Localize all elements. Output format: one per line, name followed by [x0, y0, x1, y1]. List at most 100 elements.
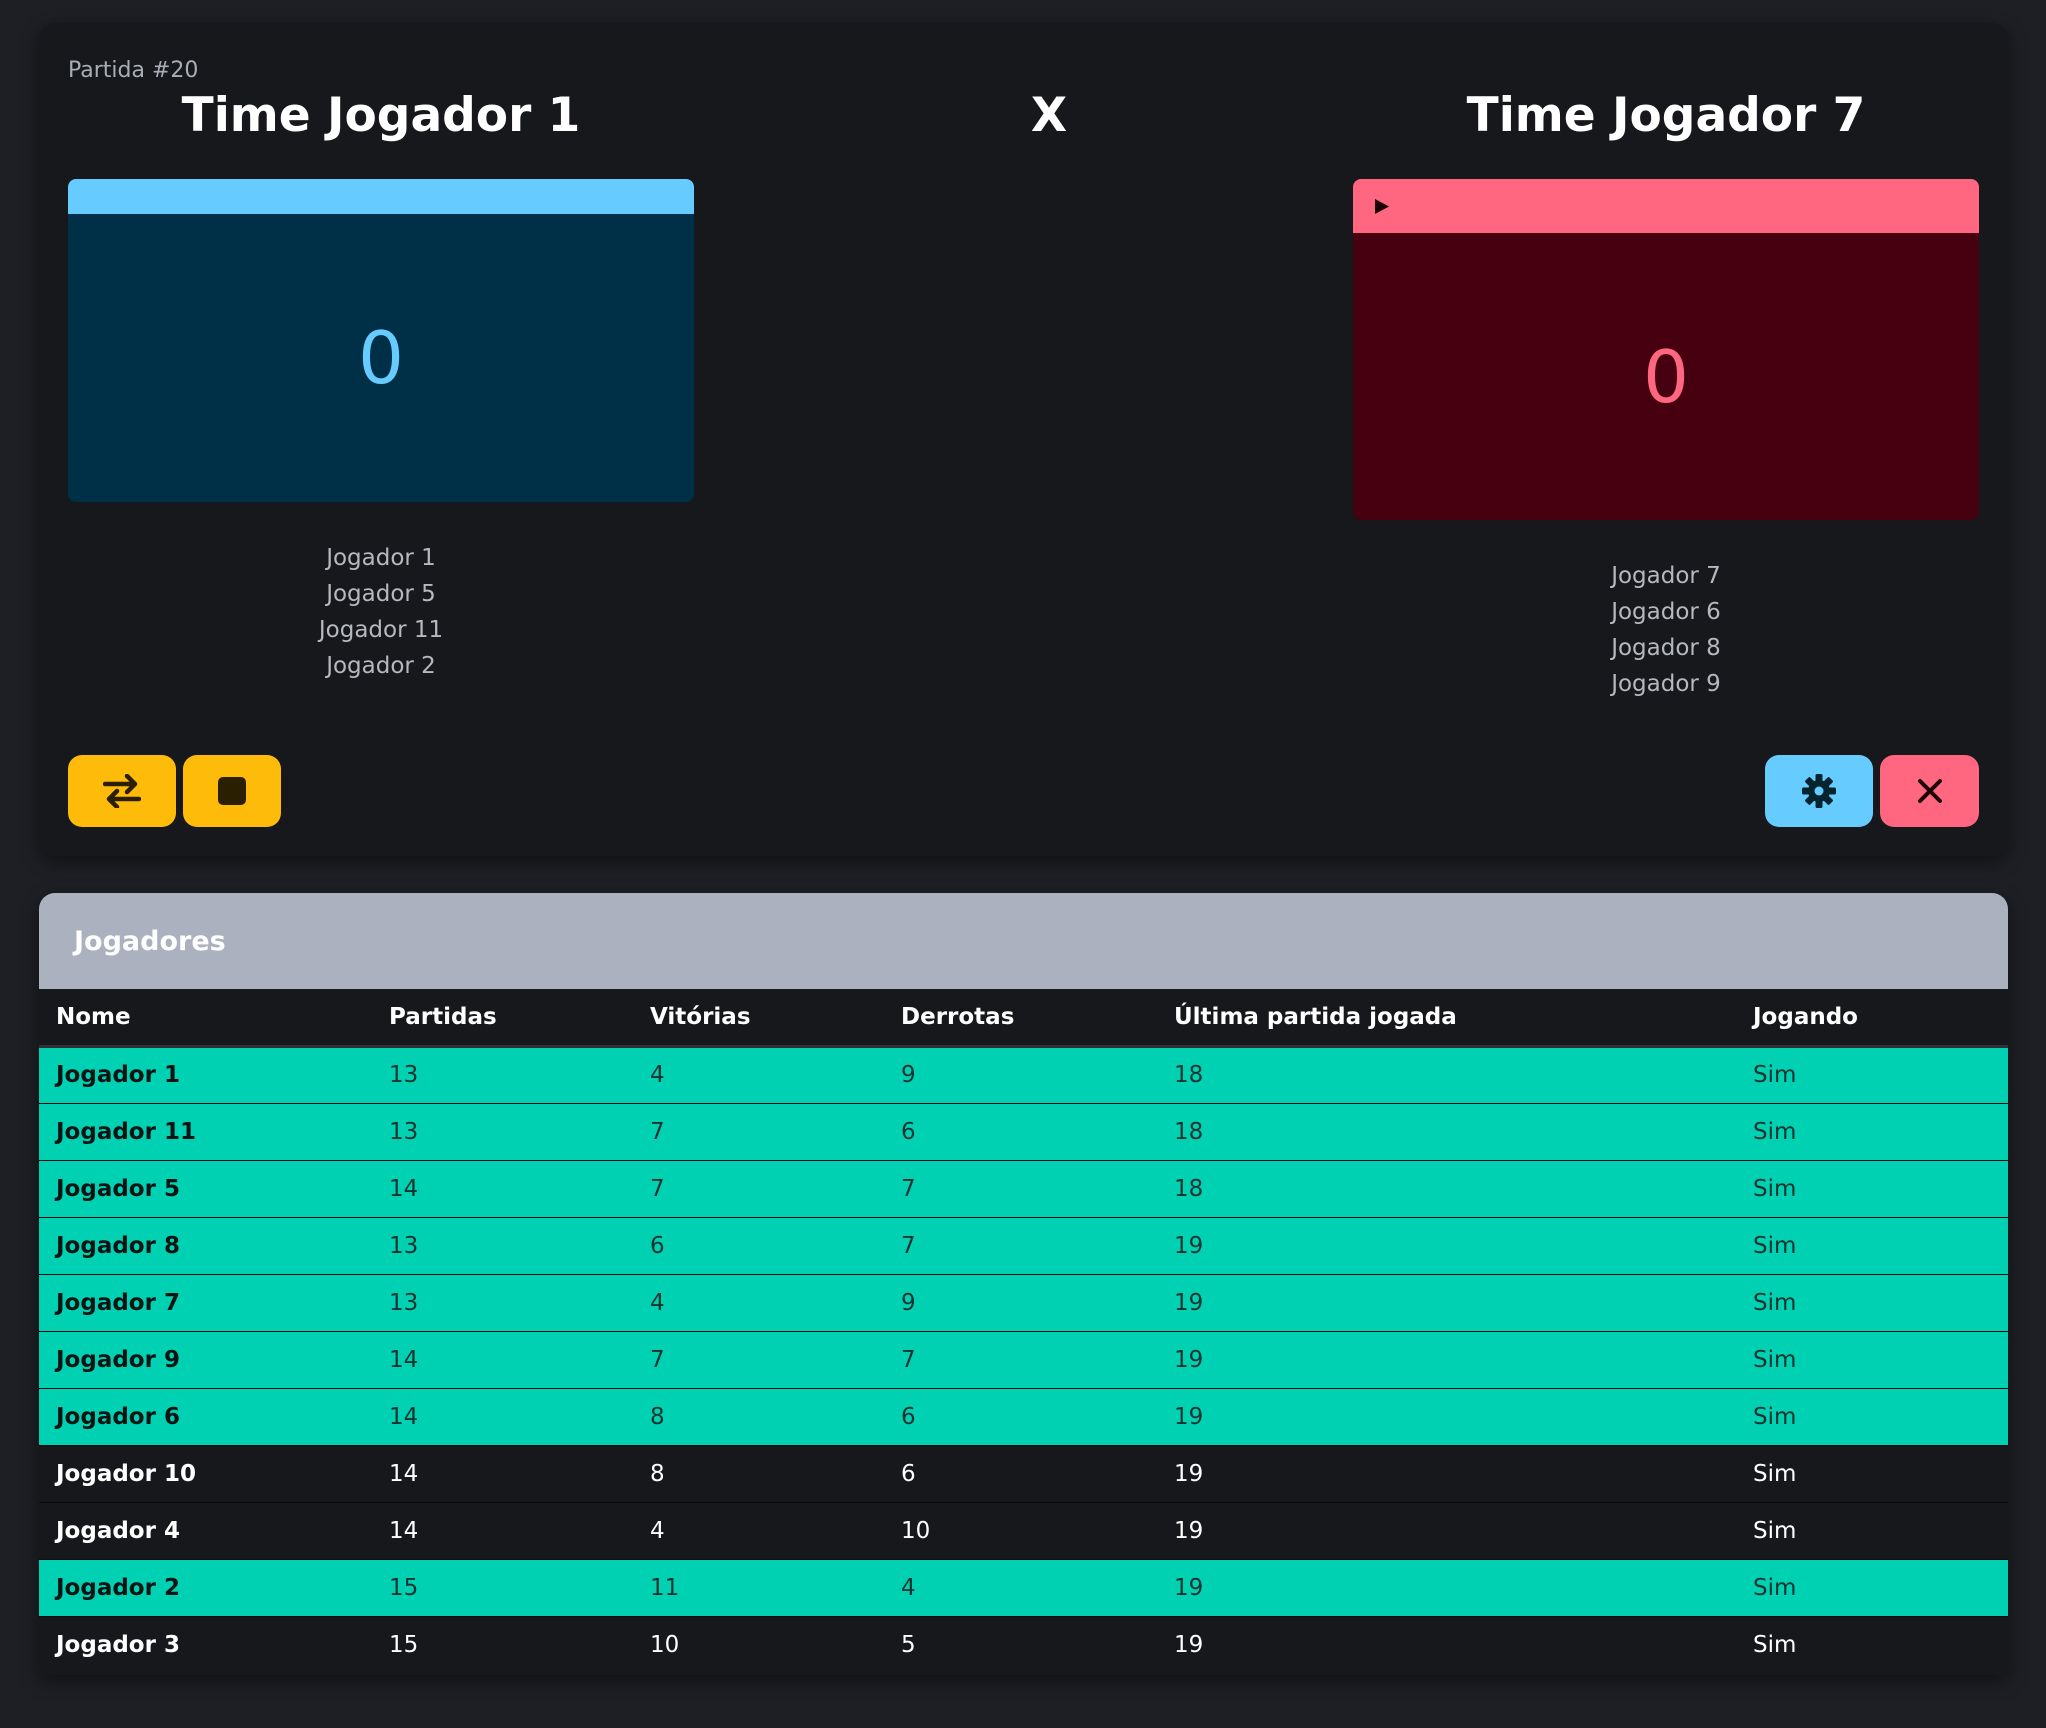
swap-sides-button[interactable] — [68, 755, 176, 827]
player-last-match: 19 — [1174, 1517, 1204, 1544]
player-matches: 13 — [389, 1232, 419, 1259]
player-playing: Sim — [1753, 1232, 1797, 1259]
player-name: Jogador 2 — [56, 1574, 180, 1601]
swap-arrows-icon — [103, 774, 141, 808]
settings-button[interactable] — [1765, 755, 1873, 827]
table-row[interactable]: Jogador 1 13 4 9 18 Sim — [39, 1046, 2008, 1103]
player-playing: Sim — [1753, 1062, 1797, 1088]
table-header-row: Nome Partidas Vitórias Derrotas Última p… — [39, 989, 2008, 1046]
team-b-player: Jogador 8 — [1611, 635, 1721, 661]
player-name: Jogador 8 — [56, 1232, 180, 1259]
player-wins: 4 — [650, 1289, 665, 1316]
stop-button[interactable] — [183, 755, 281, 827]
player-playing: Sim — [1753, 1460, 1797, 1487]
players-card: Jogadores Nome Partidas Vitórias Derrota… — [39, 893, 2008, 1675]
team-a-player: Jogador 1 — [326, 545, 436, 571]
stop-icon — [218, 777, 246, 805]
player-losses: 7 — [901, 1346, 916, 1373]
player-matches: 15 — [389, 1631, 419, 1658]
player-wins: 8 — [650, 1460, 665, 1487]
player-last-match: 19 — [1174, 1289, 1204, 1316]
player-losses: 9 — [901, 1062, 916, 1088]
team-b-player: Jogador 7 — [1611, 563, 1721, 589]
column-header-nome[interactable]: Nome — [39, 989, 372, 1046]
team-b-player: Jogador 9 — [1611, 671, 1721, 697]
player-name: Jogador 7 — [56, 1289, 180, 1316]
player-losses: 6 — [901, 1460, 916, 1487]
team-b-title: Time Jogador 7 — [1466, 88, 1866, 143]
player-wins: 7 — [650, 1346, 665, 1373]
player-last-match: 18 — [1174, 1175, 1204, 1202]
player-name: Jogador 10 — [56, 1460, 196, 1487]
team-a-score-area[interactable]: 0 — [68, 214, 694, 502]
player-last-match: 18 — [1174, 1118, 1204, 1145]
player-name: Jogador 1 — [56, 1062, 180, 1088]
player-playing: Sim — [1753, 1346, 1797, 1373]
player-losses: 4 — [901, 1574, 916, 1601]
match-card: Partida #20 Time Jogador 1 X Time Jogado… — [39, 23, 2008, 856]
player-wins: 7 — [650, 1175, 665, 1202]
player-losses: 7 — [901, 1232, 916, 1259]
player-losses: 6 — [901, 1403, 916, 1430]
column-header-vitorias[interactable]: Vitórias — [633, 989, 884, 1046]
table-row[interactable]: Jogador 11 13 7 6 18 Sim — [39, 1103, 2008, 1160]
team-b-roster: Jogador 7 Jogador 6 Jogador 8 Jogador 9 — [1353, 558, 1979, 702]
column-header-jogando[interactable]: Jogando — [1736, 989, 2008, 1046]
player-wins: 8 — [650, 1403, 665, 1430]
player-playing: Sim — [1753, 1118, 1797, 1145]
player-matches: 14 — [389, 1403, 419, 1430]
player-name: Jogador 9 — [56, 1346, 180, 1373]
player-losses: 9 — [901, 1289, 916, 1316]
player-playing: Sim — [1753, 1574, 1797, 1601]
team-a-color-bar — [68, 179, 694, 214]
table-row[interactable]: Jogador 4 14 4 10 19 Sim — [39, 1502, 2008, 1559]
player-wins: 7 — [650, 1118, 665, 1145]
player-wins: 11 — [650, 1574, 680, 1601]
team-b-score-area[interactable]: 0 — [1353, 233, 1979, 520]
player-last-match: 19 — [1174, 1232, 1204, 1259]
player-playing: Sim — [1753, 1175, 1797, 1202]
player-losses: 5 — [901, 1631, 916, 1658]
team-a-roster: Jogador 1 Jogador 5 Jogador 11 Jogador 2 — [68, 540, 694, 684]
team-a-score: 0 — [358, 316, 404, 400]
player-name: Jogador 11 — [56, 1118, 196, 1145]
table-row[interactable]: Jogador 6 14 8 6 19 Sim — [39, 1388, 2008, 1445]
table-row[interactable]: Jogador 8 13 6 7 19 Sim — [39, 1217, 2008, 1274]
player-matches: 14 — [389, 1346, 419, 1373]
team-a-player: Jogador 11 — [318, 617, 444, 643]
player-last-match: 19 — [1174, 1460, 1204, 1487]
table-row[interactable]: Jogador 2 15 11 4 19 Sim — [39, 1559, 2008, 1616]
team-a-player: Jogador 5 — [326, 581, 436, 607]
column-header-ultima-partida[interactable]: Última partida jogada — [1157, 989, 1736, 1046]
player-losses: 7 — [901, 1175, 916, 1202]
table-row[interactable]: Jogador 5 14 7 7 18 Sim — [39, 1160, 2008, 1217]
player-matches: 13 — [389, 1062, 419, 1088]
player-playing: Sim — [1753, 1289, 1797, 1316]
players-title: Jogadores — [39, 893, 2008, 989]
player-wins: 4 — [650, 1062, 665, 1088]
team-a-score-panel[interactable]: 0 — [68, 179, 694, 502]
players-table: Nome Partidas Vitórias Derrotas Última p… — [39, 989, 2008, 1673]
player-name: Jogador 3 — [56, 1631, 180, 1658]
column-header-partidas[interactable]: Partidas — [372, 989, 633, 1046]
player-matches: 15 — [389, 1574, 419, 1601]
gear-icon — [1802, 774, 1836, 808]
team-b-score-panel[interactable]: 0 — [1353, 179, 1979, 520]
player-matches: 14 — [389, 1517, 419, 1544]
column-header-derrotas[interactable]: Derrotas — [884, 989, 1157, 1046]
table-row[interactable]: Jogador 10 14 8 6 19 Sim — [39, 1445, 2008, 1502]
player-wins: 4 — [650, 1517, 665, 1544]
table-row[interactable]: Jogador 9 14 7 7 19 Sim — [39, 1331, 2008, 1388]
player-matches: 13 — [389, 1118, 419, 1145]
close-match-button[interactable] — [1880, 755, 1979, 827]
player-last-match: 19 — [1174, 1574, 1204, 1601]
player-playing: Sim — [1753, 1631, 1797, 1658]
table-row[interactable]: Jogador 3 15 10 5 19 Sim — [39, 1616, 2008, 1673]
player-losses: 6 — [901, 1118, 916, 1145]
player-wins: 6 — [650, 1232, 665, 1259]
player-name: Jogador 5 — [56, 1175, 180, 1202]
player-last-match: 19 — [1174, 1631, 1204, 1658]
match-number: Partida #20 — [68, 58, 199, 83]
close-icon — [1917, 779, 1942, 803]
table-row[interactable]: Jogador 7 13 4 9 19 Sim — [39, 1274, 2008, 1331]
